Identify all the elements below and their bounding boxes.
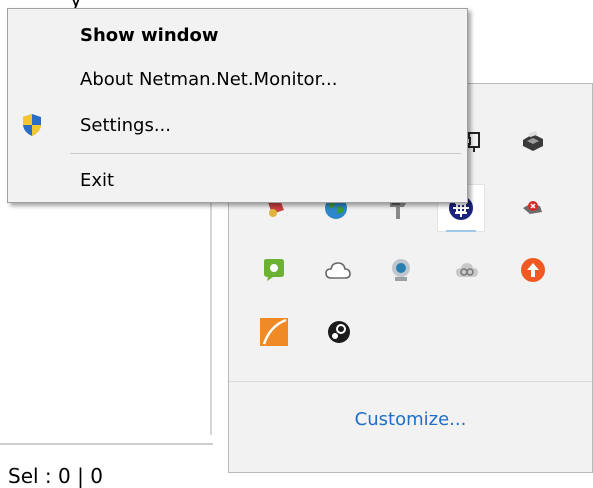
menu-item-show-window[interactable]: Show window [8, 15, 467, 55]
app-orange-icon[interactable] [260, 318, 288, 346]
cloud-icon[interactable] [324, 256, 352, 284]
update-arrow-icon[interactable] [519, 256, 547, 284]
tray-separator [229, 381, 592, 382]
menu-item-settings[interactable]: Settings... [8, 105, 467, 145]
menu-item-label: Settings... [80, 114, 171, 136]
tray-context-menu: Show window About Netman.Net.Monitor... … [7, 8, 468, 203]
no-network-icon[interactable] [519, 194, 547, 222]
webcam-icon[interactable] [387, 256, 415, 284]
shield-icon [20, 113, 44, 137]
menu-item-exit[interactable]: Exit [8, 160, 467, 200]
printer-icon[interactable] [519, 128, 547, 156]
status-bar-selection: Sel : 0 | 0 [8, 464, 103, 488]
menu-item-label: Exit [80, 169, 115, 191]
menu-item-about[interactable]: About Netman.Net.Monitor... [8, 59, 467, 99]
creative-cloud-icon[interactable] [453, 256, 481, 284]
status-bar-divider [0, 443, 213, 445]
customize-link[interactable]: Customize... [229, 409, 592, 430]
messenger-icon[interactable] [260, 256, 288, 284]
menu-item-label: Show window [80, 24, 219, 46]
steam-icon[interactable] [325, 318, 353, 346]
menu-item-label: About Netman.Net.Monitor... [80, 68, 338, 90]
menu-separator [70, 153, 461, 154]
